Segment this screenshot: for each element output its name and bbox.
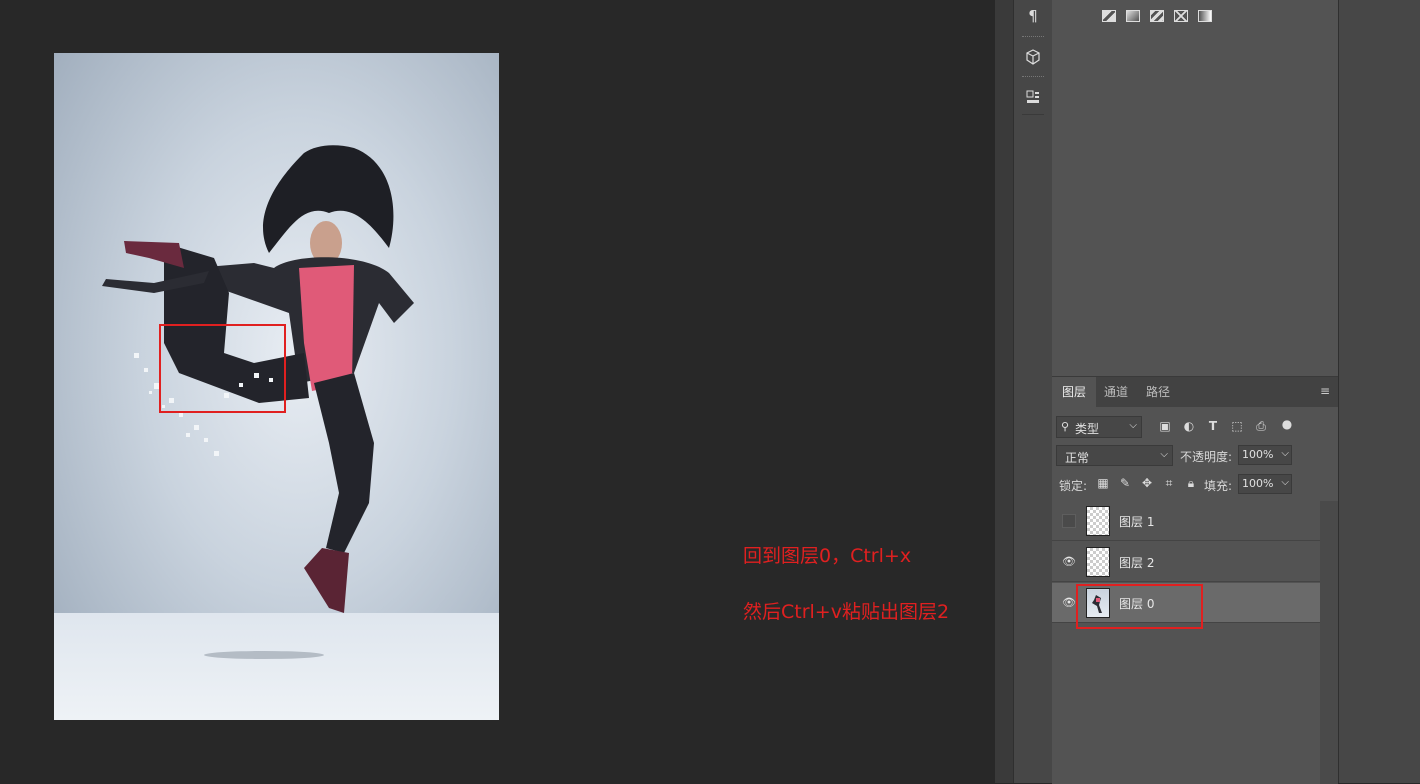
annotation-step-2: 然后Ctrl+v粘贴出图层2 — [743, 601, 950, 623]
dock-gutter — [995, 0, 1013, 783]
layer-thumbnail — [1086, 547, 1110, 577]
tab-channels[interactable]: 通道 — [1096, 377, 1136, 407]
eye-icon[interactable]: 👁︎ — [1062, 555, 1076, 569]
opacity-input[interactable]: 100% ⌵ — [1238, 445, 1292, 465]
3d-materials-icon[interactable] — [1020, 84, 1046, 110]
right-edge-panel — [1338, 0, 1420, 783]
lock-label: 锁定: — [1059, 479, 1088, 493]
shape-layer-filter-icon[interactable]: ⬚ — [1230, 419, 1244, 433]
layer-name[interactable]: 图层 2 — [1119, 554, 1154, 571]
strip-divider — [1022, 76, 1044, 80]
pixel-layer-filter-icon[interactable]: ▣ — [1158, 419, 1172, 433]
gradient-preset-5-icon[interactable] — [1198, 10, 1212, 22]
layer-thumbnail — [1086, 506, 1110, 536]
adjustment-layer-filter-icon[interactable]: ◐ — [1182, 419, 1196, 433]
lock-paint-brush-icon[interactable]: ✎ — [1118, 476, 1132, 490]
fill-input[interactable]: 100% ⌵ — [1238, 474, 1292, 494]
chevron-down-icon: ⌵ — [1129, 420, 1137, 431]
fill-label: 填充: — [1204, 479, 1233, 493]
layers-scrollbar[interactable] — [1320, 501, 1338, 784]
gradient-preset-1-icon[interactable] — [1102, 10, 1116, 22]
layer-name[interactable]: 图层 1 — [1119, 513, 1154, 530]
gradient-preset-2-icon[interactable] — [1126, 10, 1140, 22]
layers-panel-tabbar: 图层 通道 路径 ≡ — [1052, 377, 1338, 407]
tab-layers[interactable]: 图层 — [1052, 377, 1096, 407]
filter-select-value: 类型 — [1075, 422, 1100, 436]
strip-divider — [1022, 114, 1044, 118]
lock-artboard-icon[interactable]: ⌗ — [1162, 476, 1176, 490]
annotation-step-1: 回到图层0，Ctrl+x — [743, 545, 912, 567]
layer-filter-select[interactable]: ⚲ 类型 ⌵ — [1056, 416, 1142, 438]
chevron-down-icon[interactable]: ⌵ — [1281, 448, 1289, 459]
fill-value: 100% — [1242, 477, 1274, 490]
blend-mode-value: 正常 — [1065, 451, 1090, 465]
tab-paths[interactable]: 路径 — [1138, 377, 1178, 407]
chevron-down-icon[interactable]: ⌵ — [1281, 477, 1289, 488]
highlight-box-leg — [159, 324, 286, 413]
eye-icon[interactable]: 👁︎ — [1062, 596, 1076, 610]
highlight-box-layer-0 — [1076, 584, 1203, 629]
panel-menu-icon[interactable]: ≡ — [1320, 385, 1332, 397]
lock-position-move-icon[interactable]: ✥ — [1140, 476, 1154, 490]
blend-mode-select[interactable]: 正常 ⌵ — [1056, 445, 1173, 466]
chevron-down-icon: ⌵ — [1160, 449, 1168, 460]
opacity-value: 100% — [1242, 448, 1274, 461]
filter-toggle-icon[interactable]: ● — [1280, 417, 1294, 431]
paragraph-icon[interactable]: ¶ — [1020, 3, 1046, 29]
strip-divider — [1022, 36, 1044, 40]
layer-row[interactable]: 图层 1 — [1052, 501, 1320, 541]
search-icon: ⚲ — [1061, 420, 1070, 433]
opacity-label: 不透明度: — [1180, 450, 1233, 464]
collapsed-panel-strip: ¶ — [1013, 0, 1053, 783]
layer-row[interactable]: 👁︎ 图层 2 — [1052, 542, 1320, 582]
lock-transparency-icon[interactable]: ▦ — [1096, 476, 1110, 490]
document-canvas-area[interactable]: 回到图层0，Ctrl+x 然后Ctrl+v粘贴出图层2 — [0, 0, 995, 783]
layers-panel: 图层 通道 路径 ≡ ⚲ 类型 ⌵ ▣ ◐ T ⬚ ⎙ ● 正常 ⌵ 不透明度:… — [1052, 376, 1338, 784]
lock-all-icon[interactable]: 🔒︎ — [1184, 476, 1198, 490]
gradient-preset-4-icon[interactable] — [1174, 10, 1188, 22]
visibility-toggle-off[interactable] — [1062, 514, 1076, 528]
type-layer-filter-icon[interactable]: T — [1206, 419, 1220, 433]
gradient-preset-3-icon[interactable] — [1150, 10, 1164, 22]
3d-cube-icon[interactable] — [1020, 44, 1046, 70]
smart-object-filter-icon[interactable]: ⎙ — [1254, 419, 1268, 433]
